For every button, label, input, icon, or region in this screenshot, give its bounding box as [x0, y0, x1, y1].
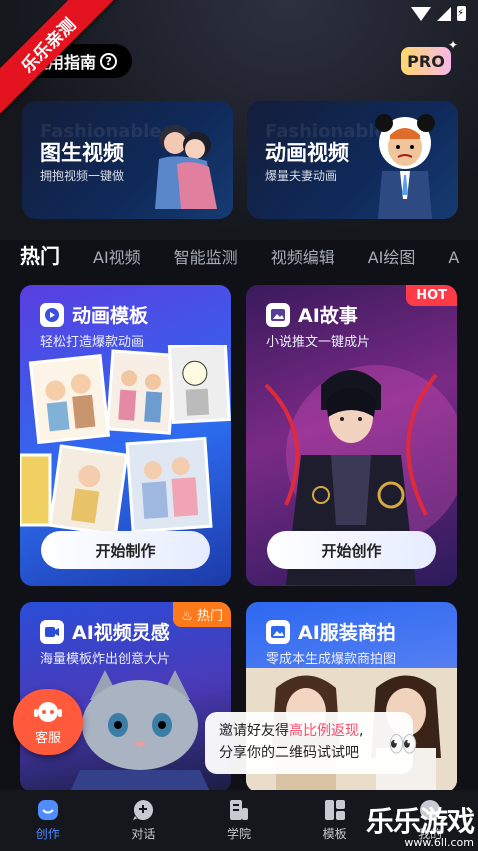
image-icon	[266, 619, 290, 644]
nav-chat[interactable]: 对话	[96, 790, 192, 851]
tab-ai-draw[interactable]: AI绘图	[368, 244, 416, 268]
tab-hot[interactable]: 热门	[20, 240, 60, 269]
feature-title: 动画视频	[265, 141, 349, 165]
card-title: 动画模板	[72, 305, 149, 327]
card-subtitle: 海量模板炸出创意大片	[40, 652, 171, 667]
invite-highlight: 高比例返现	[289, 723, 359, 739]
create-icon	[37, 800, 58, 820]
nav-label: 模板	[322, 827, 347, 841]
comic-panels-illustration	[20, 345, 231, 535]
watermark-brand: 乐乐游戏	[365, 805, 475, 838]
nav-label: 对话	[131, 827, 156, 841]
hot-badge: HOT	[406, 285, 457, 306]
tab-smart-monitor[interactable]: 智能监测	[174, 244, 238, 268]
question-icon: ?	[100, 52, 118, 70]
hot-tag-label: 热门	[196, 609, 223, 624]
card-subtitle: 轻松打造爆款动画	[40, 335, 145, 350]
cat-illustration	[70, 670, 210, 792]
card-title: AI故事	[298, 305, 358, 327]
tab-video-edit[interactable]: 视频编辑	[271, 244, 335, 268]
tab-ai-video[interactable]: AI视频	[93, 244, 141, 268]
battery-icon	[457, 6, 466, 21]
nav-label: 创作	[35, 827, 60, 841]
tab-more-cutoff[interactable]: A	[448, 248, 459, 267]
pro-badge[interactable]: PRO	[401, 47, 451, 75]
nav-academy[interactable]: 学院	[191, 790, 287, 851]
card-subtitle: 零成本生成爆款商拍图	[266, 652, 397, 667]
video-icon	[40, 619, 64, 644]
card-subtitle: 小说推文一键成片	[266, 335, 371, 350]
flame-icon: ♨	[181, 609, 197, 624]
invite-line2: 分享你的二维码试试吧	[219, 745, 359, 761]
start-make-button[interactable]: 开始制作	[41, 531, 210, 569]
invite-text-a: 邀请好友得	[219, 723, 289, 739]
start-create-button[interactable]: 开始创作	[267, 531, 436, 569]
hugging-couple-illustration	[155, 125, 217, 209]
image-icon	[266, 302, 290, 327]
site-watermark: 乐乐游戏 www.6ll.com	[362, 800, 475, 849]
wifi-icon	[411, 6, 431, 21]
nav-label: 学院	[226, 827, 251, 841]
card-animation-template[interactable]: 动画模板 轻松打造爆款动画 开始制作	[20, 285, 231, 586]
feature-card-image-to-video[interactable]: Fashionable 图生视频 拥抱视频一键做	[22, 101, 233, 219]
customer-service-button[interactable]: 客服	[13, 689, 83, 755]
template-icon	[324, 800, 345, 820]
eyes-icon: 👀	[388, 730, 418, 758]
chat-icon	[133, 800, 154, 820]
sparkle-icon: ✦	[448, 38, 459, 52]
card-title: AI视频灵感	[72, 622, 170, 644]
hot-tag: ♨ 热门	[173, 602, 231, 627]
card-title: AI服装商拍	[298, 622, 396, 644]
feature-title: 图生视频	[40, 141, 124, 165]
panda-man-illustration	[375, 114, 435, 219]
feature-subtitle: 拥抱视频一键做	[40, 169, 125, 183]
signal-icon	[437, 6, 451, 21]
customer-service-label: 客服	[34, 730, 61, 746]
play-icon	[40, 302, 64, 327]
nav-create[interactable]: 创作	[0, 790, 96, 851]
feature-subtitle: 爆量夫妻动画	[265, 169, 338, 183]
category-tabs: 热门 AI视频 智能监测 视频编辑 AI绘图 A	[20, 240, 459, 269]
card-ai-story[interactable]: HOT AI故事 小说推文一键成片 开始创作	[246, 285, 457, 586]
invite-text-c: ,	[359, 723, 364, 739]
academy-icon	[229, 800, 248, 820]
invite-bubble[interactable]: 邀请好友得高比例返现, 分享你的二维码试试吧	[205, 712, 413, 774]
headset-icon	[34, 701, 62, 722]
feature-card-animation-video[interactable]: Fashionable 动画视频 爆量夫妻动画	[247, 101, 458, 219]
